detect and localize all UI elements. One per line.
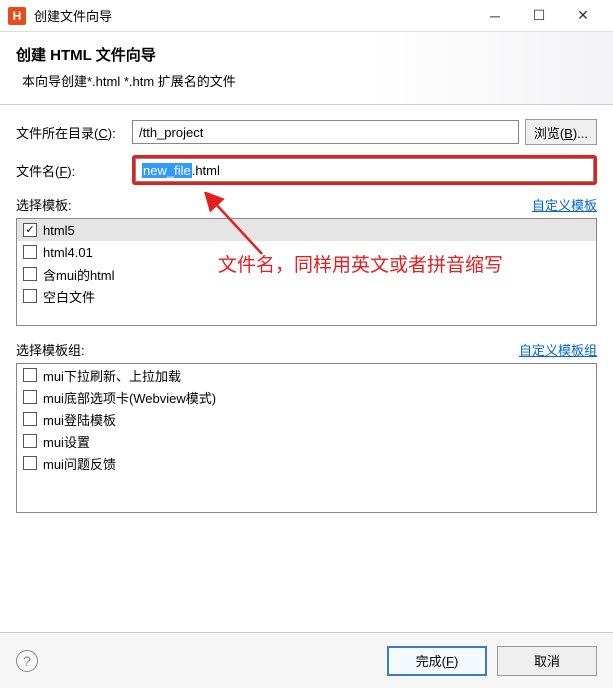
list-item[interactable]: ✓ html5 [17,219,596,241]
checkbox-icon[interactable] [23,456,37,470]
app-icon: H [8,7,26,25]
custom-template-link[interactable]: 自定义模板 [532,195,597,214]
checkbox-icon[interactable] [23,267,37,281]
templates-listbox[interactable]: ✓ html5 html4.01 含mui的html 空白文件 [16,218,597,326]
list-item[interactable]: mui问题反馈 [17,452,596,474]
checkbox-icon[interactable] [23,412,37,426]
window-title: 创建文件向导 [34,6,473,25]
wizard-header: 创建 HTML 文件向导 本向导创建*.html *.htm 扩展名的文件 [0,32,613,105]
list-item-label: mui底部选项卡(Webview模式) [43,388,216,407]
directory-input[interactable] [132,120,519,144]
wizard-title: 创建 HTML 文件向导 [16,44,597,65]
wizard-footer: ? 完成(F) 取消 [0,632,613,688]
filename-highlight-box: new_file.html [132,155,597,185]
list-item-label: mui登陆模板 [43,410,116,429]
list-item[interactable]: mui下拉刷新、上拉加载 [17,364,596,386]
help-icon[interactable]: ? [16,650,38,672]
custom-template-group-link[interactable]: 自定义模板组 [519,340,597,359]
list-item-label: mui设置 [43,432,90,451]
minimize-button[interactable]: ─ [473,0,517,32]
list-item[interactable]: mui设置 [17,430,596,452]
filename-input[interactable]: new_file.html [135,158,594,182]
checkbox-icon[interactable] [23,289,37,303]
list-item-label: mui下拉刷新、上拉加载 [43,366,181,385]
list-item-label: html5 [43,223,75,238]
filename-extension: .html [192,163,220,178]
template-groups-listbox[interactable]: mui下拉刷新、上拉加载 mui底部选项卡(Webview模式) mui登陆模板… [16,363,597,513]
checkbox-icon[interactable] [23,390,37,404]
cancel-button[interactable]: 取消 [497,646,597,676]
list-item[interactable]: 空白文件 [17,285,596,307]
templates-header: 选择模板: 自定义模板 [16,195,597,214]
filename-label: 文件名(F): [16,161,126,180]
directory-label: 文件所在目录(C): [16,123,126,142]
templates-label: 选择模板: [16,195,532,214]
directory-row: 文件所在目录(C): 浏览(B)... [16,119,597,145]
checkbox-icon[interactable] [23,245,37,259]
filename-row: 文件名(F): new_file.html [16,155,597,185]
browse-button[interactable]: 浏览(B)... [525,119,597,145]
checkbox-icon[interactable] [23,434,37,448]
template-groups-header: 选择模板组: 自定义模板组 [16,340,597,359]
list-item-label: 含mui的html [43,265,115,284]
list-item-label: html4.01 [43,245,93,260]
list-item[interactable]: html4.01 [17,241,596,263]
wizard-description: 本向导创建*.html *.htm 扩展名的文件 [16,71,597,90]
filename-selected-part: new_file [142,163,192,178]
titlebar: H 创建文件向导 ─ ☐ ✕ [0,0,613,32]
list-item-label: mui问题反馈 [43,454,116,473]
list-item[interactable]: mui底部选项卡(Webview模式) [17,386,596,408]
list-item-label: 空白文件 [43,287,95,306]
template-groups-label: 选择模板组: [16,340,519,359]
close-button[interactable]: ✕ [561,0,605,32]
maximize-button[interactable]: ☐ [517,0,561,32]
list-item[interactable]: 含mui的html [17,263,596,285]
checkbox-icon[interactable] [23,368,37,382]
finish-button[interactable]: 完成(F) [387,646,487,676]
checkbox-icon[interactable]: ✓ [23,223,37,237]
list-item[interactable]: mui登陆模板 [17,408,596,430]
wizard-body: 文件所在目录(C): 浏览(B)... 文件名(F): new_file.htm… [0,105,613,535]
